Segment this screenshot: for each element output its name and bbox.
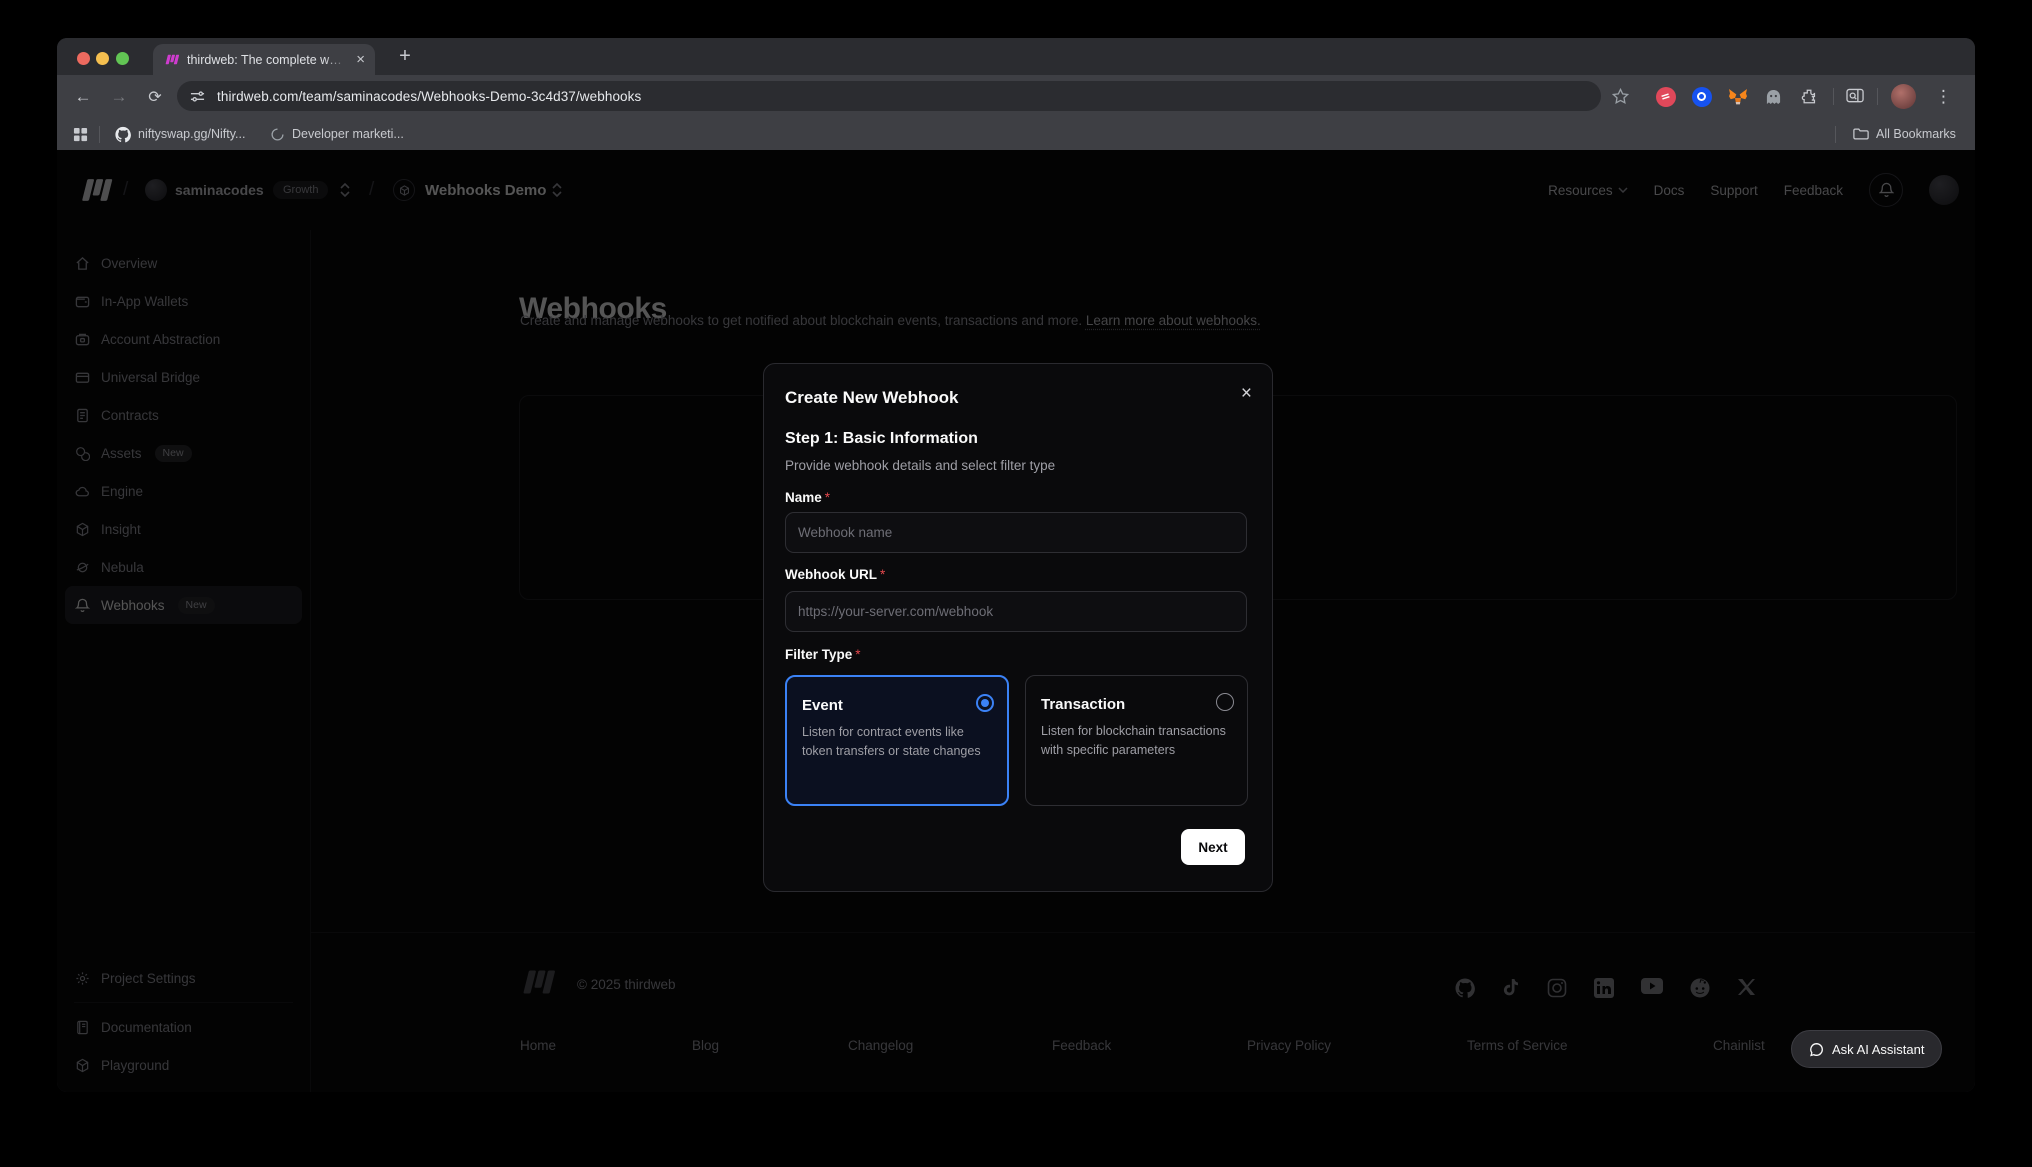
filter-option-transaction[interactable]: Transaction Listen for blockchain transa…	[1025, 675, 1248, 806]
thirdweb-favicon-icon	[163, 52, 179, 68]
back-button[interactable]: ←	[69, 83, 97, 111]
chat-bubble-icon	[1808, 1041, 1824, 1057]
generic-favicon-icon	[269, 126, 285, 142]
bookmarks-separator	[1835, 126, 1836, 143]
toolbar-separator	[1877, 88, 1878, 105]
window-close-button[interactable]	[77, 52, 90, 65]
filter-option-description: Listen for contract events like token tr…	[802, 723, 993, 762]
webhook-url-label: Webhook URL*	[785, 567, 885, 582]
radio-selected-icon[interactable]	[976, 694, 994, 712]
screen: thirdweb: The complete web3 × + ← → ⟳ th…	[0, 0, 2032, 1167]
bookmark-item-developer[interactable]: Developer marketi...	[269, 118, 404, 150]
thirdweb-dashboard: / saminacodes Growth / Webhooks Demo Res…	[57, 150, 1975, 1092]
url-text: thirdweb.com/team/saminacodes/Webhooks-D…	[217, 89, 641, 104]
required-asterisk: *	[825, 490, 830, 505]
next-button[interactable]: Next	[1181, 829, 1245, 865]
tab-strip: thirdweb: The complete web3 × +	[57, 38, 1975, 75]
required-asterisk: *	[855, 647, 860, 662]
extension-phantom-icon[interactable]	[1761, 84, 1786, 109]
bookmark-star-icon[interactable]	[1608, 84, 1633, 109]
all-bookmarks-label: All Bookmarks	[1876, 127, 1956, 141]
filter-option-description: Listen for blockchain transactions with …	[1041, 722, 1233, 761]
github-favicon-icon	[115, 126, 131, 142]
bookmarks-bar: niftyswap.gg/Nifty... Developer marketi.…	[57, 118, 1975, 150]
modal-close-icon[interactable]: ×	[1241, 384, 1252, 403]
extensions-puzzle-icon[interactable]	[1797, 84, 1822, 109]
address-bar[interactable]: thirdweb.com/team/saminacodes/Webhooks-D…	[177, 81, 1601, 111]
filter-option-event[interactable]: Event Listen for contract events like to…	[785, 675, 1009, 806]
modal-step-title: Step 1: Basic Information	[785, 430, 978, 448]
webhook-name-input[interactable]	[785, 512, 1247, 553]
reload-button[interactable]: ⟳	[141, 83, 169, 111]
modal-step-subtitle: Provide webhook details and select filte…	[785, 458, 1055, 473]
all-bookmarks-button[interactable]: All Bookmarks	[1853, 118, 1956, 150]
required-asterisk: *	[880, 567, 885, 582]
toolbar-separator	[1833, 88, 1834, 105]
filter-type-label: Filter Type*	[785, 647, 861, 662]
extension-coinbase-icon[interactable]	[1689, 84, 1714, 109]
browser-window: thirdweb: The complete web3 × + ← → ⟳ th…	[57, 38, 1975, 1092]
bookmark-item-github[interactable]: niftyswap.gg/Nifty...	[115, 118, 245, 150]
modal-title: Create New Webhook	[785, 388, 959, 408]
extension-rainbow-icon[interactable]	[1653, 84, 1678, 109]
bookmark-label: niftyswap.gg/Nifty...	[138, 127, 245, 141]
create-webhook-modal: Create New Webhook × Step 1: Basic Infor…	[763, 363, 1273, 892]
radio-unselected-icon[interactable]	[1216, 693, 1234, 711]
site-settings-icon[interactable]	[189, 88, 205, 104]
browser-profile-avatar[interactable]	[1891, 84, 1916, 109]
side-panel-search-icon[interactable]	[1843, 84, 1868, 109]
folder-icon	[1853, 126, 1869, 142]
name-label: Name*	[785, 490, 830, 505]
window-zoom-button[interactable]	[116, 52, 129, 65]
filter-option-label: Transaction	[1041, 696, 1233, 713]
tab-close-icon[interactable]: ×	[356, 52, 365, 67]
bookmark-label: Developer marketi...	[292, 127, 404, 141]
filter-option-label: Event	[802, 697, 993, 714]
browser-tab[interactable]: thirdweb: The complete web3 ×	[153, 44, 375, 75]
tab-title: thirdweb: The complete web3	[187, 53, 348, 67]
webhook-url-input[interactable]	[785, 591, 1247, 632]
forward-button[interactable]: →	[105, 83, 133, 111]
bookmarks-separator	[99, 126, 100, 143]
window-minimize-button[interactable]	[96, 52, 109, 65]
new-tab-button[interactable]: +	[391, 42, 419, 70]
browser-toolbar: ← → ⟳ thirdweb.com/team/saminacodes/Webh…	[57, 75, 1975, 118]
apps-grid-icon[interactable]	[73, 118, 88, 150]
ask-ai-assistant-button[interactable]: Ask AI Assistant	[1791, 1030, 1942, 1068]
browser-menu-icon[interactable]: ⋮	[1931, 84, 1956, 109]
extension-metamask-icon[interactable]	[1725, 84, 1750, 109]
